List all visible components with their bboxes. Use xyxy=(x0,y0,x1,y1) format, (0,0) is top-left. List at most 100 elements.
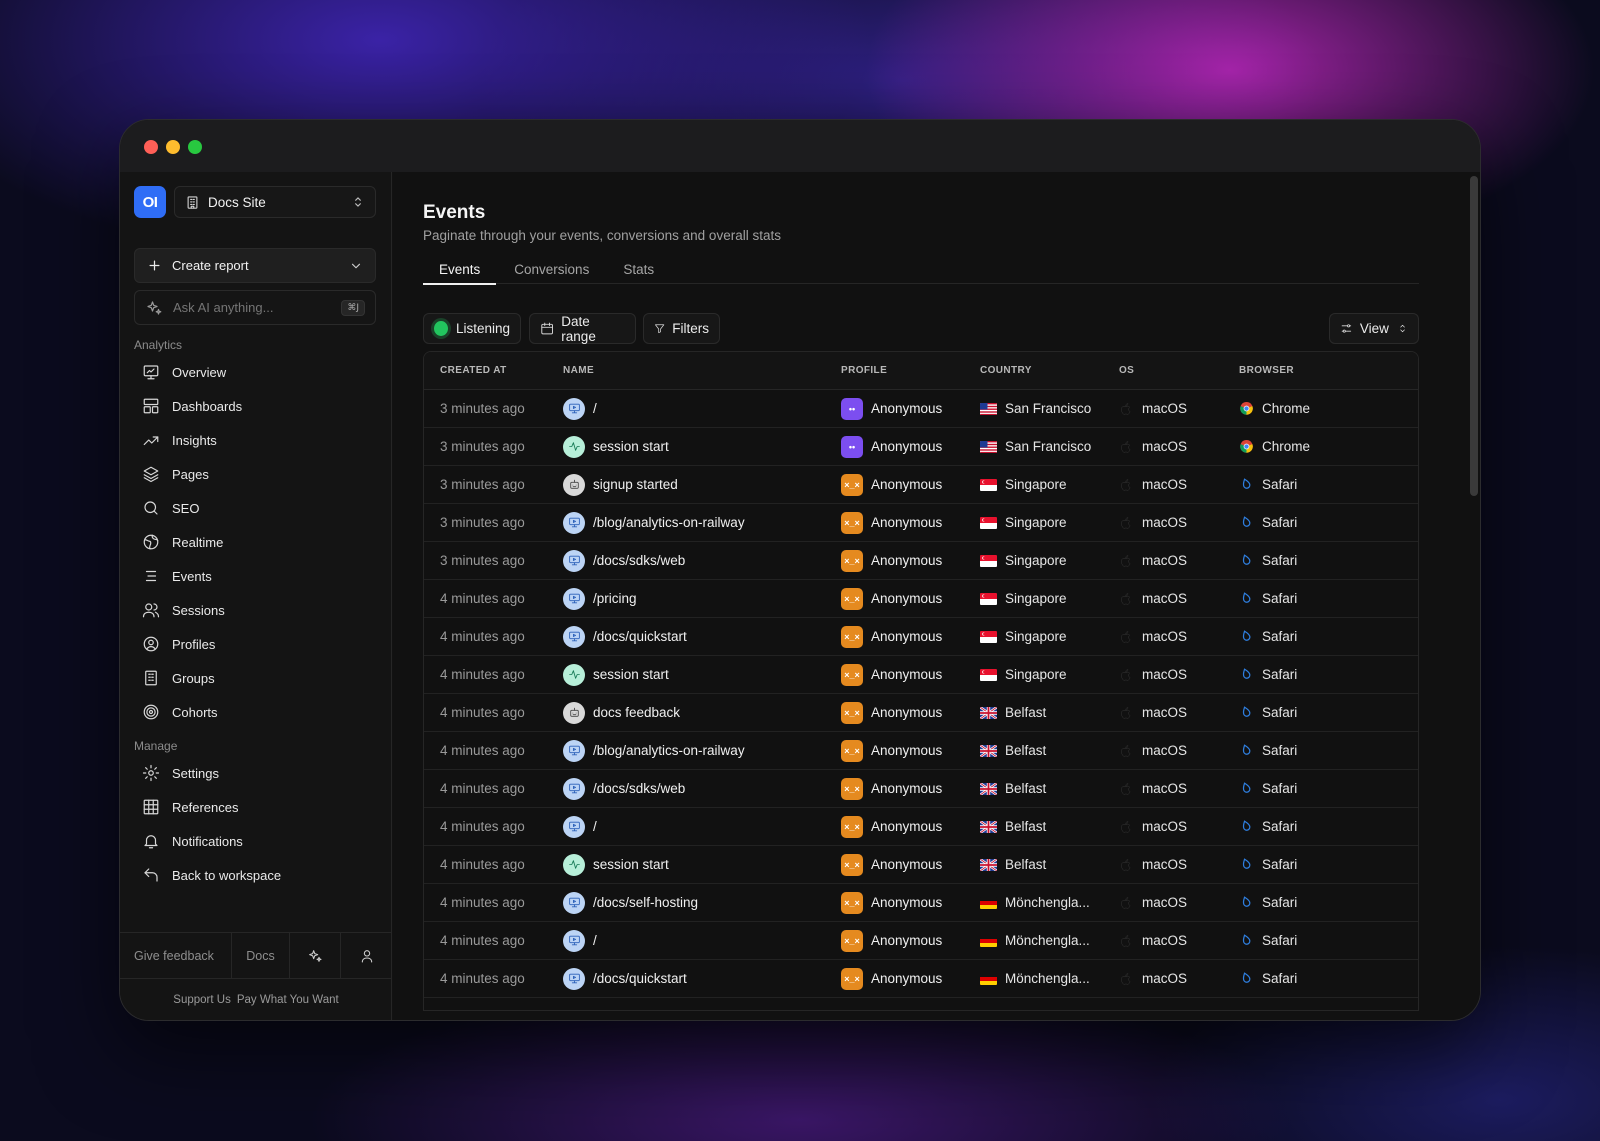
tab-conversions[interactable]: Conversions xyxy=(498,254,605,284)
ai-button[interactable] xyxy=(290,933,341,978)
browser-text: Chrome xyxy=(1262,439,1311,454)
event-name-text: / xyxy=(593,933,597,948)
browser-text: Safari xyxy=(1262,781,1298,796)
app-window: OI Docs Site Create report ⌘J Analytics … xyxy=(119,119,1481,1021)
bell-icon xyxy=(144,835,158,849)
table-row[interactable]: 3 minutes ago signup started ×_× Anonymo… xyxy=(424,466,1418,504)
table-row[interactable]: 3 minutes ago session start •• Anonymous… xyxy=(424,428,1418,466)
city-text: Singapore xyxy=(1005,477,1067,492)
chevron-down-icon[interactable] xyxy=(349,259,363,273)
minimize-window-button[interactable] xyxy=(166,140,180,154)
column-header-created-at[interactable]: CREATED AT xyxy=(424,365,563,376)
profile-cell[interactable]: ×_× Anonymous xyxy=(841,853,980,876)
date-range-button[interactable]: Date range xyxy=(529,313,636,344)
sidebar-item-dashboards[interactable]: Dashboards xyxy=(142,389,378,423)
sidebar-item-settings[interactable]: Settings xyxy=(142,756,378,790)
view-button[interactable]: View xyxy=(1329,313,1419,344)
table-row[interactable]: 4 minutes ago /docs/self-hosting ×_× Ano… xyxy=(424,884,1418,922)
sidebar-item-overview[interactable]: Overview xyxy=(142,355,378,389)
column-header-os[interactable]: OS xyxy=(1119,365,1239,376)
account-button[interactable] xyxy=(341,933,392,978)
sidebar-item-references[interactable]: References xyxy=(142,790,378,824)
profile-cell[interactable]: •• Anonymous xyxy=(841,397,980,420)
profile-cell[interactable]: ×_× Anonymous xyxy=(841,777,980,800)
browser-text: Safari xyxy=(1262,819,1298,834)
ask-ai-field[interactable]: ⌘J xyxy=(134,290,376,325)
profile-name-text: Anonymous xyxy=(871,553,943,568)
screen-view-icon xyxy=(563,967,585,990)
profile-cell[interactable]: ×_× Anonymous xyxy=(841,587,980,610)
pay-what-you-want-link[interactable]: Pay What You Want xyxy=(237,994,339,1006)
sidebar-item-notifications[interactable]: Notifications xyxy=(142,824,378,858)
support-us-link[interactable]: Support Us xyxy=(173,994,231,1006)
sidebar-item-events[interactable]: Events xyxy=(142,559,378,593)
sidebar-item-profiles[interactable]: Profiles xyxy=(142,627,378,661)
create-report-button[interactable]: Create report xyxy=(134,248,376,283)
table-row[interactable]: 3 minutes ago /blog/analytics-on-railway… xyxy=(424,504,1418,542)
column-header-browser[interactable]: BROWSER xyxy=(1239,365,1418,376)
profile-name-text: Anonymous xyxy=(871,667,943,682)
column-header-name[interactable]: NAME xyxy=(563,365,841,376)
ask-ai-input[interactable] xyxy=(173,300,342,315)
listening-toggle[interactable]: Listening xyxy=(423,313,521,344)
profile-cell[interactable]: ×_× Anonymous xyxy=(841,511,980,534)
sidebar-item-cohorts[interactable]: Cohorts xyxy=(142,695,378,729)
os-cell: macOS xyxy=(1119,553,1239,568)
country-cell: Mönchengla... xyxy=(980,895,1119,910)
event-name-text: session start xyxy=(593,857,669,872)
sidebar-item-back-to-workspace[interactable]: Back to workspace xyxy=(142,858,378,892)
sidebar-item-insights[interactable]: Insights xyxy=(142,423,378,457)
os-text: macOS xyxy=(1142,439,1188,454)
table-row[interactable]: 4 minutes ago docs feedback ×_× Anonymou… xyxy=(424,694,1418,732)
profile-cell[interactable]: ×_× Anonymous xyxy=(841,967,980,990)
profile-cell[interactable]: ×_× Anonymous xyxy=(841,929,980,952)
profile-cell[interactable]: ×_× Anonymous xyxy=(841,663,980,686)
close-window-button[interactable] xyxy=(144,140,158,154)
created-at-cell: 4 minutes ago xyxy=(424,705,563,720)
table-row[interactable]: 4 minutes ago /docs/quickstart ×_× Anony… xyxy=(424,960,1418,998)
avatar: ×_× xyxy=(841,739,863,762)
app-logo[interactable]: OI xyxy=(134,186,166,218)
docs-link[interactable]: Docs xyxy=(232,933,290,978)
table-row[interactable]: 4 minutes ago session start ×_× Anonymou… xyxy=(424,846,1418,884)
profile-cell[interactable]: ×_× Anonymous xyxy=(841,815,980,838)
avatar: ×_× xyxy=(841,511,863,534)
site-select[interactable]: Docs Site xyxy=(174,186,376,218)
screen-view-icon xyxy=(563,777,585,800)
profile-cell[interactable]: ×_× Anonymous xyxy=(841,701,980,724)
table-row[interactable]: 4 minutes ago / ×_× Anonymous Mönchengla… xyxy=(424,922,1418,960)
sidebar-item-label: Profiles xyxy=(172,636,216,652)
table-row[interactable]: 4 minutes ago /pricing ×_× Anonymous Sin… xyxy=(424,580,1418,618)
column-header-country[interactable]: COUNTRY xyxy=(980,365,1119,376)
scrollbar[interactable] xyxy=(1470,176,1478,496)
table-row[interactable]: 3 minutes ago /docs/sdks/web ×_× Anonymo… xyxy=(424,542,1418,580)
give-feedback-button[interactable]: Give feedback xyxy=(120,933,232,978)
sidebar-item-seo[interactable]: SEO xyxy=(142,491,378,525)
sidebar-item-groups[interactable]: Groups xyxy=(142,661,378,695)
table-row[interactable]: 3 minutes ago / •• Anonymous San Francis… xyxy=(424,390,1418,428)
profile-cell[interactable]: ×_× Anonymous xyxy=(841,549,980,572)
filters-button[interactable]: Filters xyxy=(643,313,720,344)
profile-cell[interactable]: ×_× Anonymous xyxy=(841,625,980,648)
maximize-window-button[interactable] xyxy=(188,140,202,154)
table-row[interactable]: 4 minutes ago /blog/analytics-on-railway… xyxy=(424,732,1418,770)
apple-icon xyxy=(1121,440,1131,453)
sidebar-item-realtime[interactable]: Realtime xyxy=(142,525,378,559)
tab-stats[interactable]: Stats xyxy=(607,254,670,284)
flag-de-icon xyxy=(980,896,997,909)
sidebar-item-sessions[interactable]: Sessions xyxy=(142,593,378,627)
os-cell: macOS xyxy=(1119,933,1239,948)
profile-cell[interactable]: ×_× Anonymous xyxy=(841,473,980,496)
city-text: Singapore xyxy=(1005,667,1067,682)
table-row[interactable]: 4 minutes ago / ×_× Anonymous Belfast ma… xyxy=(424,808,1418,846)
table-row[interactable]: 4 minutes ago session start ×_× Anonymou… xyxy=(424,656,1418,694)
profile-cell[interactable]: •• Anonymous xyxy=(841,435,980,458)
browser-text: Safari xyxy=(1262,629,1298,644)
table-row[interactable]: 4 minutes ago /docs/sdks/web ×_× Anonymo… xyxy=(424,770,1418,808)
profile-cell[interactable]: ×_× Anonymous xyxy=(841,891,980,914)
table-row[interactable]: 4 minutes ago /docs/quickstart ×_× Anony… xyxy=(424,618,1418,656)
sidebar-item-pages[interactable]: Pages xyxy=(142,457,378,491)
tab-events[interactable]: Events xyxy=(423,254,497,285)
column-header-profile[interactable]: PROFILE xyxy=(841,365,980,376)
profile-cell[interactable]: ×_× Anonymous xyxy=(841,739,980,762)
